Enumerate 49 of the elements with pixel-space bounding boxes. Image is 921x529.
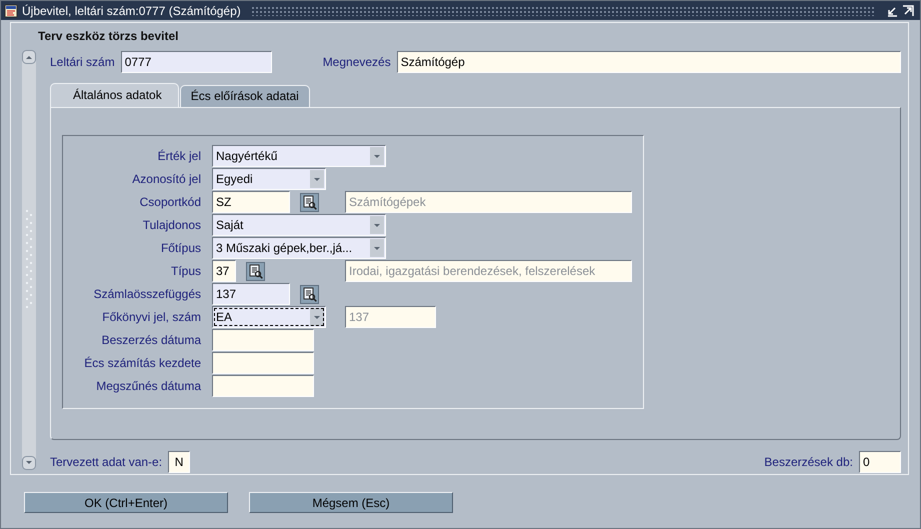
app-icon bbox=[4, 4, 18, 18]
dropdown[interactable]: Nagyértékű bbox=[212, 145, 386, 168]
input-field[interactable] bbox=[212, 329, 314, 352]
display-field: Irodai, igazgatási berendezések, felszerelések bbox=[345, 260, 632, 282]
input-field[interactable] bbox=[212, 352, 314, 374]
field-label: Megnevezés bbox=[322, 54, 391, 69]
field-label: Számlaösszefüggés bbox=[92, 287, 201, 302]
tab[interactable]: Écs előírások adatai bbox=[180, 84, 310, 107]
field-label: Tulajdonos bbox=[142, 218, 201, 232]
field-label: Megszűnés dátuma bbox=[95, 379, 201, 394]
field-label: Érték jel bbox=[156, 149, 201, 164]
tab[interactable]: Általános adatok bbox=[50, 82, 179, 107]
dropdown[interactable]: EA bbox=[212, 306, 326, 328]
field-label: Beszerzések db: bbox=[764, 455, 853, 470]
scroll-up-icon[interactable] bbox=[22, 50, 36, 64]
field-label: Típus bbox=[170, 264, 201, 278]
scrollbar[interactable] bbox=[22, 50, 36, 470]
input-field[interactable]: N bbox=[168, 451, 190, 474]
input-field[interactable] bbox=[212, 375, 314, 398]
input-field[interactable]: Számítógép bbox=[396, 50, 901, 73]
maximize-icon[interactable] bbox=[902, 4, 914, 16]
display-field: 137 bbox=[345, 306, 436, 328]
field-label: Azonosító jel bbox=[131, 172, 201, 186]
input-field[interactable]: SZ bbox=[212, 191, 290, 214]
button[interactable]: OK (Ctrl+Enter) bbox=[24, 492, 228, 513]
form-heading: Terv eszköz törzs bevitel bbox=[38, 28, 180, 45]
field-label: Csoportkód bbox=[138, 195, 201, 210]
list-lookup-icon[interactable] bbox=[246, 262, 265, 281]
input-field[interactable]: 37 bbox=[212, 260, 236, 282]
field-label: Főtípus bbox=[160, 241, 201, 256]
window-title: Újbevitel, leltári szám:0777 (Számítógép) bbox=[22, 4, 241, 18]
display-field: Számítógépek bbox=[345, 191, 632, 214]
dropdown[interactable]: Saját bbox=[212, 214, 386, 236]
scroll-down-icon[interactable] bbox=[22, 456, 36, 470]
input-field[interactable]: 0 bbox=[859, 451, 901, 474]
minimize-icon[interactable] bbox=[886, 4, 898, 16]
field-label: Leltári szám bbox=[50, 54, 115, 69]
dropdown[interactable]: 3 Műszaki gépek,ber.,já... bbox=[212, 237, 386, 260]
list-lookup-icon[interactable] bbox=[300, 192, 319, 212]
input-field[interactable]: 137 bbox=[212, 283, 290, 306]
field-label: Écs számítás kezdete bbox=[83, 356, 201, 370]
list-lookup-icon[interactable] bbox=[300, 284, 319, 304]
dropdown[interactable]: Egyedi bbox=[212, 168, 326, 190]
field-label: Főkönyvi jel, szám bbox=[101, 310, 201, 324]
field-label: Beszerzés dátuma bbox=[100, 333, 201, 348]
input-field[interactable]: 0777 bbox=[120, 50, 272, 73]
field-label: Tervezett adat van-e: bbox=[50, 455, 162, 470]
button[interactable]: Mégsem (Esc) bbox=[249, 492, 453, 513]
scroll-grip-icon[interactable] bbox=[25, 210, 33, 310]
